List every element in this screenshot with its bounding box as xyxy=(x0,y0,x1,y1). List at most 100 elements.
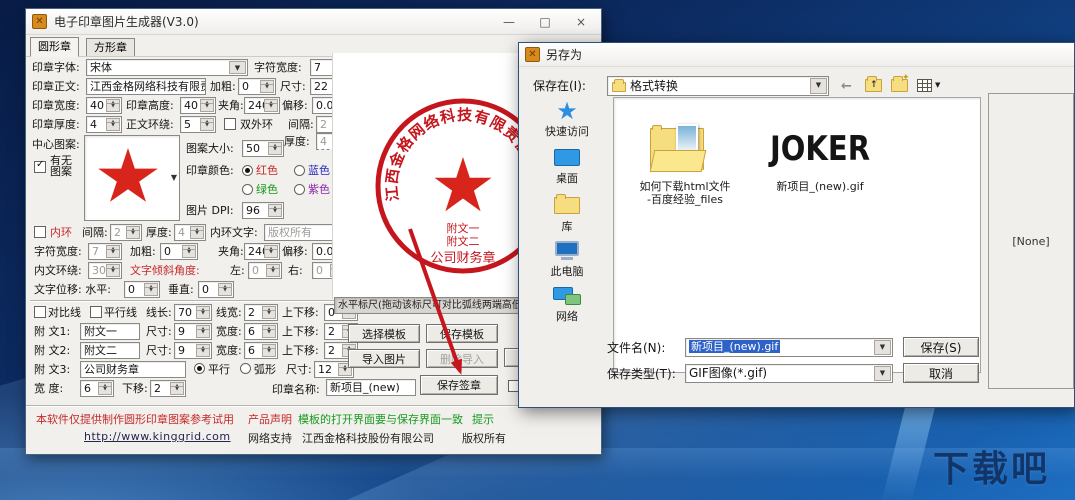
seal-height-spinner[interactable]: 40 xyxy=(180,97,216,114)
subtext1-size-label: 尺寸: xyxy=(146,325,172,338)
tilt-left-spinner[interactable]: 0 xyxy=(248,262,282,279)
pattern-size-spinner[interactable]: 50 xyxy=(242,140,284,157)
down-shift-spinner[interactable]: 2 xyxy=(150,380,186,397)
app-logo-icon xyxy=(32,14,47,29)
inner-ring-checkbox[interactable] xyxy=(34,226,46,238)
save-seal-button[interactable]: 保存签章 xyxy=(420,375,498,395)
kinggrid-link[interactable]: http://www.kinggrid.com xyxy=(84,430,231,443)
tab-round-seal[interactable]: 圆形章 xyxy=(30,37,79,57)
save-type-select[interactable]: GIF图像(*.gif) xyxy=(685,364,893,383)
image-dpi-spinner[interactable]: 96 xyxy=(242,202,284,219)
has-pattern-checkbox[interactable] xyxy=(34,159,46,173)
seal-width-label: 印章宽度: xyxy=(32,99,80,112)
tilt-left-label: 左: xyxy=(230,264,245,277)
filename-label: 文件名(N): xyxy=(607,341,666,355)
text-tilt-label: 文字倾斜角度: xyxy=(130,264,200,277)
text-wrap-spinner[interactable]: 5 xyxy=(180,116,216,133)
inner-angle-label: 夹角: xyxy=(218,245,244,258)
save-as-dialog: 另存为 保存在(I): 格式转换 ← ↑ ✦ ▼ ★ 快速访问 桌面 库 此电脑 xyxy=(518,42,1075,408)
new-folder-icon[interactable]: ✦ xyxy=(891,73,910,92)
save-in-select[interactable]: 格式转换 xyxy=(607,76,829,96)
color-blue-radio[interactable] xyxy=(294,165,305,176)
cancel-button[interactable]: 取消 xyxy=(903,363,979,383)
sidebar-item-label: 库 xyxy=(561,220,573,233)
views-caret-icon[interactable]: ▼ xyxy=(935,81,940,89)
inner-thickness-spinner[interactable]: 4 xyxy=(174,224,206,241)
subtext1-input[interactable]: 附文一 xyxy=(80,323,140,340)
color-red-radio[interactable] xyxy=(242,165,253,176)
sidebar-item-label: 快速访问 xyxy=(545,125,589,138)
sidebar-item-label: 桌面 xyxy=(556,172,578,185)
filename-value: 新项目_(new).gif xyxy=(689,340,781,353)
subtext1-size-spinner[interactable]: 9 xyxy=(174,323,212,340)
subtext2-size-spinner[interactable]: 9 xyxy=(174,342,212,359)
delete-import-button[interactable]: 删除导入 xyxy=(426,349,498,368)
back-arrow-icon[interactable]: ← xyxy=(841,80,852,94)
angle-spinner[interactable]: 240 xyxy=(244,97,280,114)
views-icon[interactable] xyxy=(917,79,932,92)
horizontal-ruler[interactable]: 水平标尺(拖动该标尺可对比弧线两端高低 xyxy=(334,297,522,314)
width-spinner[interactable]: 6 xyxy=(80,380,114,397)
sidebar-item-library[interactable]: 库 xyxy=(525,193,609,234)
color-blue-label: 蓝色 xyxy=(308,164,330,177)
save-button[interactable]: 保存(S) xyxy=(903,337,979,357)
line-width-label: 线宽: xyxy=(216,306,242,319)
subtext2-width-spinner[interactable]: 6 xyxy=(244,342,278,359)
seal-width-spinner[interactable]: 40 xyxy=(86,97,122,114)
parallel-line-checkbox[interactable] xyxy=(90,306,102,318)
sidebar-item-network[interactable]: 网络 xyxy=(525,285,609,324)
save-template-button[interactable]: 保存模板 xyxy=(426,324,498,343)
pattern-dropdown[interactable]: ▼ xyxy=(84,135,180,221)
seal-text-label: 印章正文: xyxy=(32,80,80,93)
import-image-button[interactable]: 导入图片 xyxy=(348,349,420,368)
inner-bold-spinner[interactable]: 0 xyxy=(160,243,198,260)
subtext2-label: 附 文2: xyxy=(34,344,71,357)
filename-input[interactable]: 新项目_(new).gif xyxy=(685,338,893,357)
color-green-radio[interactable] xyxy=(242,184,253,195)
shift-horizontal-spinner[interactable]: 0 xyxy=(124,281,160,298)
tab-square-seal[interactable]: 方形章 xyxy=(86,38,135,57)
company-name: 江西金格科技股份有限公司 xyxy=(302,432,434,445)
seal-text-input[interactable]: 江西金格网络科技有限责 xyxy=(86,78,206,95)
gif-thumbnail: JOKER xyxy=(752,122,888,174)
parallel-radio[interactable] xyxy=(194,363,205,374)
preview-pane: [None] xyxy=(988,93,1074,389)
bold-spinner[interactable]: 0 xyxy=(238,78,276,95)
subtext2-input[interactable]: 附文二 xyxy=(80,342,140,359)
arc-radio[interactable] xyxy=(240,363,251,374)
up-folder-icon[interactable]: ↑ xyxy=(865,76,882,92)
inner-gap-spinner[interactable]: 2 xyxy=(110,224,142,241)
status-divider xyxy=(26,405,601,407)
pattern-size-label: 图案大小: xyxy=(186,142,234,155)
shift-vertical-spinner[interactable]: 0 xyxy=(198,281,234,298)
file-list: 如何下载html文件 -百度经验_files JOKER 新项目_(new).g… xyxy=(613,97,981,373)
seal-name-input[interactable]: 新项目_(new) xyxy=(326,379,416,396)
seal-thickness-spinner[interactable]: 4 xyxy=(86,116,122,133)
sidebar-item-desktop[interactable]: 桌面 xyxy=(525,147,609,186)
places-sidebar: ★ 快速访问 桌面 库 此电脑 网络 xyxy=(525,99,609,389)
inner-angle-spinner[interactable]: 240 xyxy=(244,243,280,260)
contrast-line-checkbox[interactable] xyxy=(34,306,46,318)
inner-char-width-spinner[interactable]: 7 xyxy=(88,243,122,260)
sidebar-item-this-pc[interactable]: 此电脑 xyxy=(525,239,609,279)
color-purple-radio[interactable] xyxy=(294,184,305,195)
close-icon[interactable]: × xyxy=(563,9,599,35)
title-bar: 电子印章图片生成器(V3.0) — □ × xyxy=(26,9,601,35)
product-statement-link[interactable]: 产品声明 xyxy=(248,411,292,427)
line-width-spinner[interactable]: 2 xyxy=(244,304,278,321)
line-length-spinner[interactable]: 70 xyxy=(174,304,212,321)
subtext1-width-spinner[interactable]: 6 xyxy=(244,323,278,340)
minimize-button[interactable]: — xyxy=(491,9,527,35)
sidebar-item-quick-access[interactable]: ★ 快速访问 xyxy=(525,99,609,139)
inner-wrap-spinner[interactable]: 30 xyxy=(88,262,122,279)
sidebar-item-label: 网络 xyxy=(556,310,578,323)
seal-font-select[interactable]: 宋体 xyxy=(86,59,248,76)
network-support-label: 网络支持 xyxy=(248,432,292,445)
chevron-down-icon[interactable]: ▼ xyxy=(171,173,177,182)
color-green-label: 绿色 xyxy=(256,183,278,196)
subtext3-input[interactable]: 公司财务章 xyxy=(80,361,186,378)
color-purple-label: 紫色 xyxy=(308,183,330,196)
select-template-button[interactable]: 选择模板 xyxy=(348,324,420,343)
maximize-button[interactable]: □ xyxy=(527,9,563,35)
double-ring-checkbox[interactable] xyxy=(224,118,236,130)
